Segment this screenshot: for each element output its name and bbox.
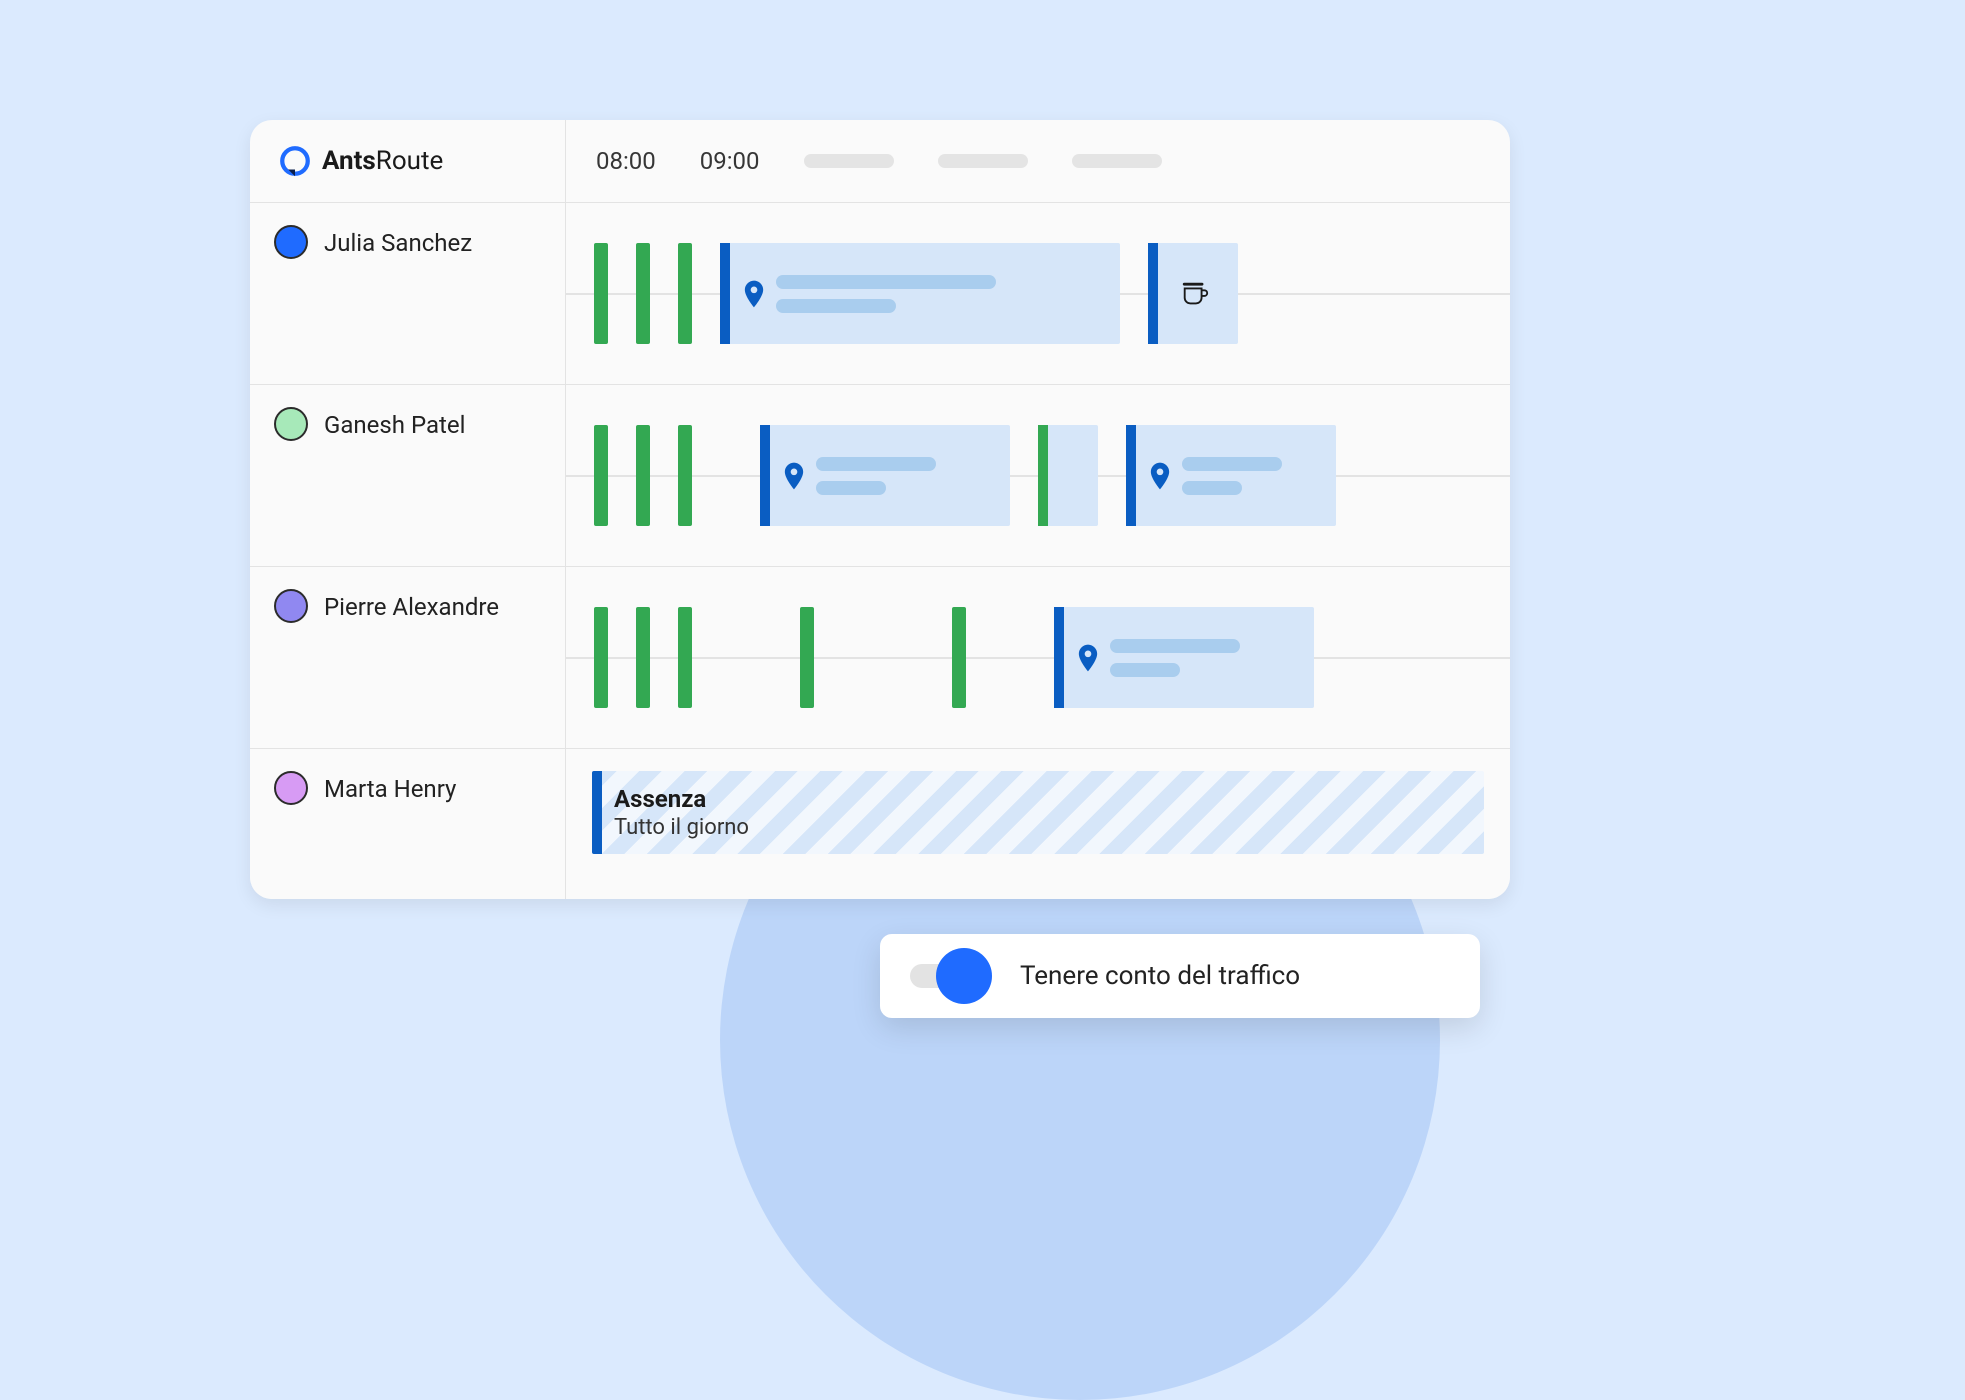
task-text [776,275,996,313]
stop-marker[interactable] [636,607,650,708]
location-pin-icon [744,280,764,308]
timeline[interactable] [566,203,1510,384]
task-text [1182,457,1282,495]
task-card[interactable] [1126,425,1336,526]
timeline[interactable] [566,385,1510,566]
logo-text-light: Route [376,146,443,176]
task-card[interactable] [720,243,1120,344]
task-text [1110,639,1240,677]
task-card[interactable] [1038,425,1098,526]
time-tick-placeholder [1072,154,1162,168]
agent-name: Ganesh Patel [324,411,465,439]
location-pin-icon [1078,644,1098,672]
stop-marker[interactable] [594,607,608,708]
stop-marker[interactable] [678,607,692,708]
agent-cell[interactable]: Marta Henry [250,749,566,899]
coffee-cup-icon [1180,279,1210,309]
task-card[interactable] [1054,607,1314,708]
stop-marker[interactable] [636,243,650,344]
break-card[interactable] [1148,243,1238,344]
location-pin-icon [1150,462,1170,490]
agent-name: Marta Henry [324,775,456,803]
task-accent [1038,425,1048,526]
agent-row: Marta Henry Assenza Tutto il giorno [250,749,1510,899]
avatar [274,225,308,259]
agent-cell[interactable]: Julia Sanchez [250,203,566,384]
logo-text-bold: Ants [322,146,376,176]
task-accent [592,771,602,854]
logo-icon [278,144,312,178]
header-row: AntsRoute 08:00 09:00 [250,120,1510,203]
avatar [274,589,308,623]
stop-marker[interactable] [594,243,608,344]
schedule-window: AntsRoute 08:00 09:00 Julia Sanchez [250,120,1510,899]
agent-cell[interactable]: Ganesh Patel [250,385,566,566]
stop-marker[interactable] [800,607,814,708]
task-accent [720,243,730,344]
time-tick-0900: 09:00 [700,147,760,175]
agent-name: Julia Sanchez [324,229,472,257]
task-accent [1126,425,1136,526]
stop-marker[interactable] [594,425,608,526]
brand-logo: AntsRoute [250,120,566,202]
toggle-thumb [936,948,992,1004]
agent-row: Pierre Alexandre [250,567,1510,749]
task-accent [1054,607,1064,708]
time-tick-placeholder [804,154,894,168]
task-accent [760,425,770,526]
absence-block[interactable]: Assenza Tutto il giorno [592,771,1484,854]
agent-name: Pierre Alexandre [324,593,499,621]
stop-marker[interactable] [952,607,966,708]
location-pin-icon [784,462,804,490]
traffic-toggle-card: Tenere conto del traffico [880,934,1480,1018]
traffic-toggle-label: Tenere conto del traffico [1020,961,1300,991]
timeline[interactable] [566,567,1510,748]
task-card[interactable] [760,425,1010,526]
time-tick-placeholder [938,154,1028,168]
task-accent [1148,243,1158,344]
agent-row: Ganesh Patel [250,385,1510,567]
time-axis: 08:00 09:00 [566,120,1510,202]
traffic-toggle[interactable] [910,956,992,996]
avatar [274,771,308,805]
stop-marker[interactable] [678,425,692,526]
stop-marker[interactable] [678,243,692,344]
absence-title: Assenza [614,785,1466,813]
logo-text: AntsRoute [322,146,443,176]
time-tick-0800: 08:00 [596,147,656,175]
agent-cell[interactable]: Pierre Alexandre [250,567,566,748]
absence-subtitle: Tutto il giorno [614,815,1466,840]
avatar [274,407,308,441]
stop-marker[interactable] [636,425,650,526]
agent-row: Julia Sanchez [250,203,1510,385]
task-text [816,457,936,495]
timeline[interactable]: Assenza Tutto il giorno [566,749,1510,899]
